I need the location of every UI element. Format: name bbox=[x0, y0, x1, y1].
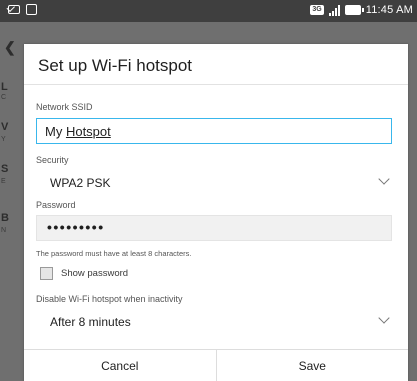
password-input[interactable]: ••••••••• bbox=[36, 215, 392, 241]
security-value: WPA2 PSK bbox=[50, 176, 111, 190]
dialog-button-bar: Cancel Save bbox=[24, 349, 408, 381]
security-label: Security bbox=[36, 155, 69, 165]
background-list-subletter: N bbox=[1, 227, 7, 234]
background-list-letter: B bbox=[1, 212, 9, 224]
status-time: 11:45 AM bbox=[365, 4, 413, 16]
battery-icon bbox=[344, 5, 364, 15]
back-arrow-icon: ❮ bbox=[4, 39, 16, 55]
password-hint: The password must have at least 8 charac… bbox=[36, 249, 192, 258]
ssid-value-prefix: My bbox=[45, 124, 66, 139]
email-notification-icon bbox=[8, 5, 20, 14]
background-list-subletter: Y bbox=[1, 136, 6, 143]
screen: 3G 11:45 AM ❮ L C V Y S E B N Set up Wi-… bbox=[0, 0, 417, 381]
ssid-input[interactable]: My Hotspot bbox=[36, 118, 392, 144]
security-select[interactable]: WPA2 PSK bbox=[36, 172, 392, 194]
title-divider bbox=[24, 84, 408, 85]
show-password-checkbox[interactable] bbox=[40, 267, 53, 280]
network-type-badge: 3G bbox=[310, 5, 324, 15]
system-icons: 3G 11:45 AM bbox=[310, 4, 413, 16]
inactivity-value: After 8 minutes bbox=[50, 315, 131, 329]
dialog-title: Set up Wi-Fi hotspot bbox=[38, 56, 193, 75]
signal-strength-icon bbox=[328, 4, 340, 16]
chevron-down-icon bbox=[378, 173, 390, 185]
ssid-value-word: Hotspot bbox=[65, 124, 111, 139]
background-list-subletter: C bbox=[1, 94, 7, 101]
background-list-letter: V bbox=[1, 121, 9, 133]
background-list-subletter: E bbox=[1, 178, 6, 185]
wifi-hotspot-dialog: Set up Wi-Fi hotspot Network SSID My Hot… bbox=[24, 44, 408, 381]
ssid-label: Network SSID bbox=[36, 102, 93, 112]
status-bar: 3G 11:45 AM bbox=[0, 0, 417, 22]
cancel-button[interactable]: Cancel bbox=[24, 350, 216, 381]
show-password-label: Show password bbox=[61, 268, 129, 279]
show-password-row[interactable]: Show password bbox=[40, 267, 128, 280]
notification-icons bbox=[8, 4, 37, 15]
inactivity-select[interactable]: After 8 minutes bbox=[36, 311, 392, 333]
save-button[interactable]: Save bbox=[215, 350, 409, 381]
background-list-letter: L bbox=[1, 81, 8, 93]
screenshot-notification-icon bbox=[26, 4, 37, 15]
inactivity-label: Disable Wi-Fi hotspot when inactivity bbox=[36, 294, 183, 304]
background-list-letter: S bbox=[1, 163, 9, 175]
password-label: Password bbox=[36, 200, 76, 210]
chevron-down-icon bbox=[378, 312, 390, 324]
